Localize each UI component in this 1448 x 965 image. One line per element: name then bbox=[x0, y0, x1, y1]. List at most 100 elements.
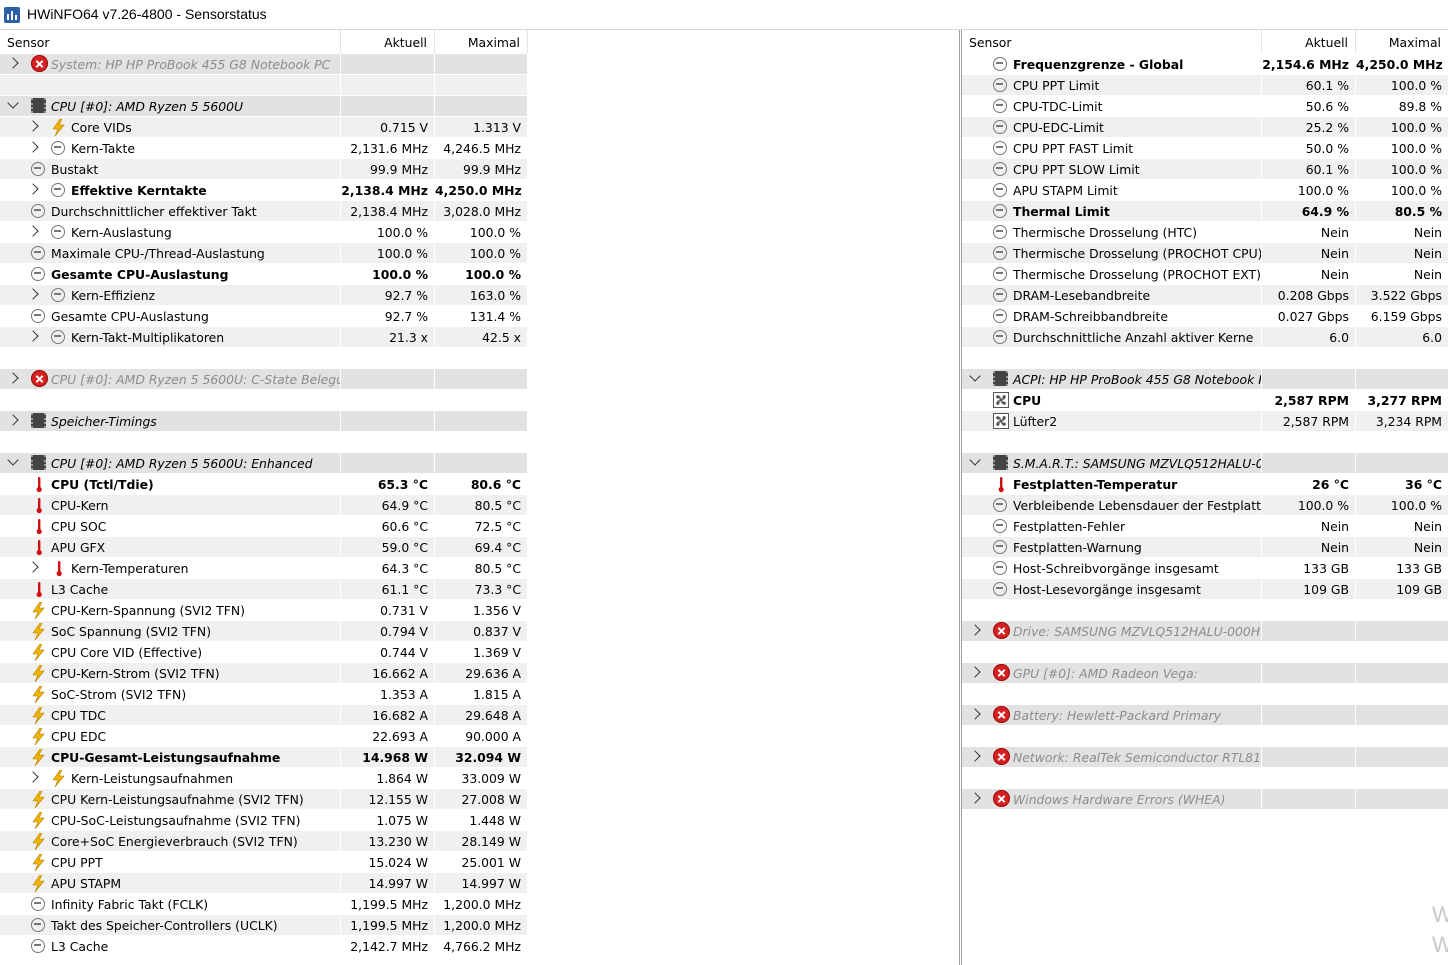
sensor-row[interactable]: Core VIDs 0.715 V 1.313 V bbox=[0, 117, 959, 138]
sensor-row[interactable]: APU GFX 59.0 °C 69.4 °C bbox=[0, 537, 959, 558]
sensor-group-row[interactable]: S.M.A.R.T.: SAMSUNG MZVLQ512HALU-0... bbox=[962, 453, 1448, 474]
chevron-down-icon[interactable] bbox=[7, 454, 19, 466]
left-sensor-pane[interactable]: Sensor Aktuell Maximal System: HP HP Pro… bbox=[0, 30, 960, 965]
sensor-row[interactable]: L3 Cache 61.1 °C 73.3 °C bbox=[0, 579, 959, 600]
sensor-row[interactable]: CPU-SoC-Leistungsaufnahme (SVI2 TFN) 1.07… bbox=[0, 810, 959, 831]
sensor-label: S.M.A.R.T.: SAMSUNG MZVLQ512HALU-0... bbox=[1013, 456, 1261, 471]
sensor-group-row[interactable]: Network: RealTek Semiconductor RTL816... bbox=[962, 747, 1448, 768]
chevron-right-icon[interactable] bbox=[27, 288, 39, 300]
sensor-row[interactable]: Durchschnittliche Anzahl aktiver Kerne 6.… bbox=[962, 327, 1448, 348]
sensor-row[interactable]: Verbleibende Lebensdauer der Festplatte 1… bbox=[962, 495, 1448, 516]
sensor-row[interactable]: Thermal Limit 64.9 % 80.5 % bbox=[962, 201, 1448, 222]
sensor-row[interactable]: CPU-Kern-Spannung (SVI2 TFN) 0.731 V 1.356… bbox=[0, 600, 959, 621]
sensor-row[interactable]: Frequenzgrenze - Global 2,154.6 MHz 4,250.… bbox=[962, 54, 1448, 75]
sensor-row[interactable]: Thermische Drosselung (PROCHOT EXT) Nein N… bbox=[962, 264, 1448, 285]
sensor-row[interactable]: Host-Schreibvorgänge insgesamt 133 GB 133 … bbox=[962, 558, 1448, 579]
chevron-down-icon[interactable] bbox=[7, 97, 19, 109]
chevron-down-icon[interactable] bbox=[969, 370, 981, 382]
column-header-current[interactable]: Aktuell bbox=[1262, 30, 1356, 54]
sensor-row[interactable]: CPU PPT Limit 60.1 % 100.0 % bbox=[962, 75, 1448, 96]
sensor-row[interactable]: Host-Lesevorgänge insgesamt 109 GB 109 GB bbox=[962, 579, 1448, 600]
chevron-right-icon[interactable] bbox=[7, 372, 19, 384]
sensor-row[interactable]: Gesamte CPU-Auslastung 92.7 % 131.4 % bbox=[0, 306, 959, 327]
chevron-right-icon[interactable] bbox=[969, 750, 981, 762]
sensor-row[interactable]: Kern-Auslastung 100.0 % 100.0 % bbox=[0, 222, 959, 243]
sensor-group-row[interactable]: GPU [#0]: AMD Radeon Vega: bbox=[962, 663, 1448, 684]
sensor-group-row[interactable]: ACPI: HP HP ProBook 455 G8 Notebook PC bbox=[962, 369, 1448, 390]
chevron-right-icon[interactable] bbox=[7, 414, 19, 426]
sensor-row[interactable]: Festplatten-Warnung Nein Nein bbox=[962, 537, 1448, 558]
sensor-row[interactable]: Kern-Takt-Multiplikatoren 21.3 x 42.5 x bbox=[0, 327, 959, 348]
sensor-row[interactable]: Kern-Effizienz 92.7 % 163.0 % bbox=[0, 285, 959, 306]
sensor-row[interactable]: CPU-EDC-Limit 25.2 % 100.0 % bbox=[962, 117, 1448, 138]
column-header-max[interactable]: Maximal bbox=[435, 30, 528, 54]
column-header-sensor[interactable]: Sensor bbox=[962, 30, 1262, 54]
sensor-group-row[interactable]: Battery: Hewlett-Packard Primary bbox=[962, 705, 1448, 726]
chevron-right-icon[interactable] bbox=[27, 141, 39, 153]
sensor-row[interactable]: CPU-Kern-Strom (SVI2 TFN) 16.662 A 29.636 … bbox=[0, 663, 959, 684]
sensor-row[interactable]: CPU 2,587 RPM 3,277 RPM bbox=[962, 390, 1448, 411]
sensor-group-row[interactable]: CPU [#0]: AMD Ryzen 5 5600U: Enhanced bbox=[0, 453, 959, 474]
sensor-row[interactable]: CPU-TDC-Limit 50.6 % 89.8 % bbox=[962, 96, 1448, 117]
sensor-row[interactable]: Festplatten-Fehler Nein Nein bbox=[962, 516, 1448, 537]
right-sensor-pane[interactable]: Sensor Aktuell Maximal Frequenzgrenze - … bbox=[961, 30, 1448, 965]
sensor-row[interactable]: CPU-Gesamt-Leistungsaufnahme 14.968 W 32.0… bbox=[0, 747, 959, 768]
chevron-right-icon[interactable] bbox=[969, 666, 981, 678]
sensor-group-row[interactable]: Windows Hardware Errors (WHEA) bbox=[962, 789, 1448, 810]
column-header-sensor[interactable]: Sensor bbox=[0, 30, 341, 54]
column-header-max[interactable]: Maximal bbox=[1356, 30, 1448, 54]
sensor-row[interactable]: Durchschnittlicher effektiver Takt 2,138.… bbox=[0, 201, 959, 222]
sensor-row[interactable]: Thermische Drosselung (PROCHOT CPU) Nein N… bbox=[962, 243, 1448, 264]
sensor-row[interactable]: Infinity Fabric Takt (FCLK) 1,199.5 MHz 1,… bbox=[0, 894, 959, 915]
sensor-group-row[interactable]: CPU [#0]: AMD Ryzen 5 5600U bbox=[0, 96, 959, 117]
sensor-row[interactable]: CPU TDC 16.682 A 29.648 A bbox=[0, 705, 959, 726]
sensor-row[interactable]: Maximale CPU-/Thread-Auslastung 100.0 % 10… bbox=[0, 243, 959, 264]
sensor-row[interactable]: DRAM-Schreibbandbreite 0.027 Gbps 6.159 Gb… bbox=[962, 306, 1448, 327]
chevron-right-icon[interactable] bbox=[27, 771, 39, 783]
chevron-down-icon[interactable] bbox=[969, 454, 981, 466]
chevron-right-icon[interactable] bbox=[27, 183, 39, 195]
sensor-row[interactable]: CPU EDC 22.693 A 90.000 A bbox=[0, 726, 959, 747]
chevron-right-icon[interactable] bbox=[7, 57, 19, 69]
sensor-row[interactable]: CPU Kern-Leistungsaufnahme (SVI2 TFN) 12.… bbox=[0, 789, 959, 810]
sensor-row[interactable]: Gesamte CPU-Auslastung 100.0 % 100.0 % bbox=[0, 264, 959, 285]
sensor-row[interactable]: Kern-Leistungsaufnahmen 1.864 W 33.009 W bbox=[0, 768, 959, 789]
sensor-row[interactable]: APU STAPM 14.997 W 14.997 W bbox=[0, 873, 959, 894]
chevron-right-icon[interactable] bbox=[969, 708, 981, 720]
sensor-row[interactable]: Kern-Takte 2,131.6 MHz 4,246.5 MHz bbox=[0, 138, 959, 159]
chevron-right-icon[interactable] bbox=[969, 624, 981, 636]
sensor-row[interactable]: Core+SoC Energieverbrauch (SVI2 TFN) 13.2… bbox=[0, 831, 959, 852]
sensor-row[interactable]: CPU-Kern 64.9 °C 80.5 °C bbox=[0, 495, 959, 516]
sensor-row[interactable]: CPU (Tctl/Tdie) 65.3 °C 80.6 °C bbox=[0, 474, 959, 495]
chevron-right-icon[interactable] bbox=[27, 225, 39, 237]
sensor-group-row[interactable]: System: HP HP ProBook 455 G8 Notebook PC bbox=[0, 54, 959, 75]
sensor-row[interactable]: Lüfter2 2,587 RPM 3,234 RPM bbox=[962, 411, 1448, 432]
sensor-row[interactable]: Thermische Drosselung (HTC) Nein Nein bbox=[962, 222, 1448, 243]
sensor-row[interactable]: Bustakt 99.9 MHz 99.9 MHz bbox=[0, 159, 959, 180]
chevron-right-icon[interactable] bbox=[27, 330, 39, 342]
sensor-row[interactable]: Festplatten-Temperatur 26 °C 36 °C bbox=[962, 474, 1448, 495]
column-header-current[interactable]: Aktuell bbox=[341, 30, 435, 54]
title-bar[interactable]: HWiNFO64 v7.26-4800 - Sensorstatus bbox=[0, 0, 1448, 30]
sensor-group-row[interactable]: Drive: SAMSUNG MZVLQ512HALU-000H1 ... bbox=[962, 621, 1448, 642]
sensor-row[interactable]: CPU PPT 15.024 W 25.001 W bbox=[0, 852, 959, 873]
max-value-cell: 1,200.0 MHz bbox=[435, 915, 527, 935]
sensor-row[interactable]: DRAM-Lesebandbreite 0.208 Gbps 3.522 Gbps bbox=[962, 285, 1448, 306]
sensor-row[interactable]: L3 Cache 2,142.7 MHz 4,766.2 MHz bbox=[0, 936, 959, 957]
sensor-row[interactable]: APU STAPM Limit 100.0 % 100.0 % bbox=[962, 180, 1448, 201]
sensor-row[interactable]: CPU PPT SLOW Limit 60.1 % 100.0 % bbox=[962, 159, 1448, 180]
fan-icon bbox=[993, 413, 1009, 429]
sensor-row[interactable]: SoC-Strom (SVI2 TFN) 1.353 A 1.815 A bbox=[0, 684, 959, 705]
chevron-right-icon[interactable] bbox=[27, 120, 39, 132]
sensor-row[interactable]: SoC Spannung (SVI2 TFN) 0.794 V 0.837 V bbox=[0, 621, 959, 642]
sensor-row[interactable]: Takt des Speicher-Controllers (UCLK) 1,19… bbox=[0, 915, 959, 936]
sensor-row[interactable]: CPU Core VID (Effective) 0.744 V 1.369 V bbox=[0, 642, 959, 663]
sensor-group-row[interactable]: Speicher-Timings bbox=[0, 411, 959, 432]
sensor-row[interactable]: Effektive Kerntakte 2,138.4 MHz 4,250.0 MH… bbox=[0, 180, 959, 201]
sensor-row[interactable]: CPU PPT FAST Limit 50.0 % 100.0 % bbox=[962, 138, 1448, 159]
chevron-right-icon[interactable] bbox=[27, 561, 39, 573]
sensor-row[interactable]: Kern-Temperaturen 64.3 °C 80.5 °C bbox=[0, 558, 959, 579]
chevron-right-icon[interactable] bbox=[969, 792, 981, 804]
sensor-row[interactable]: CPU SOC 60.6 °C 72.5 °C bbox=[0, 516, 959, 537]
sensor-group-row[interactable]: CPU [#0]: AMD Ryzen 5 5600U: C-State Bel… bbox=[0, 369, 959, 390]
